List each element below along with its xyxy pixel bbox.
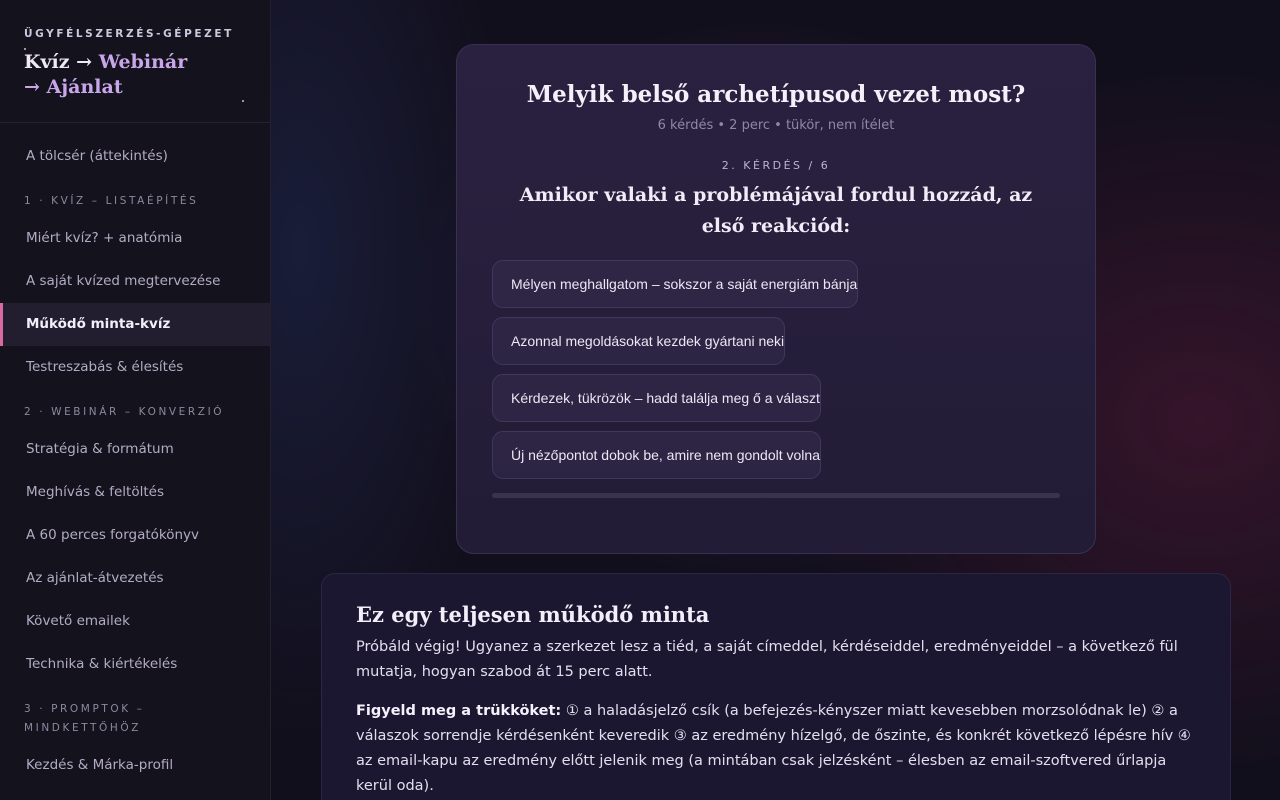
brand-title-part1: Kvíz <box>24 51 70 73</box>
nav-item-script[interactable]: A 60 perces forgatókönyv <box>0 514 270 557</box>
brand-title-arrow2: → <box>24 76 47 98</box>
nav-item-start-brand[interactable]: Kezdés & Márka-profil <box>0 744 270 787</box>
nav-section-prompts: 3 · PROMPTOK – MINDKETTŐHÖZ <box>24 703 145 734</box>
nav-item-tech[interactable]: Technika & kiértékelés <box>0 643 270 686</box>
nav-item-offer[interactable]: Az ajánlat-átvezetés <box>0 557 270 600</box>
answer-option-1[interactable]: Mélyen meghallgatom – sokszor a saját en… <box>492 260 859 308</box>
brand-kicker: ÜGYFÉLSZERZÉS-GÉPEZET <box>24 28 234 40</box>
quiz-title: Melyik belső archetípusod vezet most? <box>526 81 1026 108</box>
sparkle-dot <box>24 48 26 50</box>
answer-option-3[interactable]: Kérdezek, tükrözök – hadd találja meg ő … <box>492 374 821 422</box>
nav-item-why-quiz[interactable]: Miért kvíz? + anatómia <box>0 217 270 260</box>
nav-section-webinar: 2 · WEBINÁR – KONVERZIÓ <box>24 406 225 418</box>
quiz-meta: 6 kérdés • 2 perc • tükör, nem ítélet <box>657 118 895 133</box>
info-paragraph-intro: Próbáld végig! Ugyanez a szerkezet lesz … <box>356 639 1178 680</box>
info-card: Ez egy teljesen működő minta Próbáld vég… <box>321 573 1231 800</box>
question-counter: 2. KÉRDÉS / 6 <box>721 159 831 172</box>
brand-title-arrow1: → <box>69 51 99 73</box>
nav-item-design-quiz[interactable]: A saját kvízed megtervezése <box>0 260 270 303</box>
sparkle-dot <box>242 100 244 102</box>
tricks-label: Figyeld meg a trükköket: <box>356 703 562 719</box>
question-text: Amikor valaki a problémájával fordul hoz… <box>519 184 1033 237</box>
quiz-card: Melyik belső archetípusod vezet most? 6 … <box>456 44 1096 554</box>
sidebar-nav: A tölcsér (áttekintés) 1 · KVÍZ – LISTAÉ… <box>0 123 270 787</box>
nav-item-strategy[interactable]: Stratégia & formátum <box>0 428 270 471</box>
nav-section-quiz: 1 · KVÍZ – LISTAÉPÍTÉS <box>24 195 199 207</box>
nav-item-invite[interactable]: Meghívás & feltöltés <box>0 471 270 514</box>
info-title: Ez egy teljesen működő minta <box>356 602 710 627</box>
sidebar: ÜGYFÉLSZERZÉS-GÉPEZET Kvíz → Webinár → A… <box>0 0 271 800</box>
brand-title: Kvíz → Webinár → Ajánlat <box>24 50 246 100</box>
nav-item-emails[interactable]: Követő emailek <box>0 600 270 643</box>
answer-option-2[interactable]: Azonnal megoldásokat kezdek gyártani nek… <box>492 317 786 365</box>
nav-item-overview[interactable]: A tölcsér (áttekintés) <box>0 135 270 178</box>
nav-item-customize[interactable]: Testreszabás & élesítés <box>0 346 270 389</box>
info-paragraph-tricks: Figyeld meg a trükköket: ① a haladásjelz… <box>356 699 1196 799</box>
sparkle-dot <box>185 58 187 60</box>
nav-item-sample-quiz[interactable]: Működő minta-kvíz <box>0 303 270 346</box>
brand-title-part3: Ajánlat <box>46 76 123 98</box>
brand-title-part2: Webinár <box>98 51 188 73</box>
brand-block: ÜGYFÉLSZERZÉS-GÉPEZET Kvíz → Webinár → A… <box>0 0 270 123</box>
progress-bar <box>492 493 1060 498</box>
answer-list: Mélyen meghallgatom – sokszor a saját en… <box>492 260 1060 479</box>
answer-option-4[interactable]: Új nézőpontot dobok be, amire nem gondol… <box>492 431 821 479</box>
